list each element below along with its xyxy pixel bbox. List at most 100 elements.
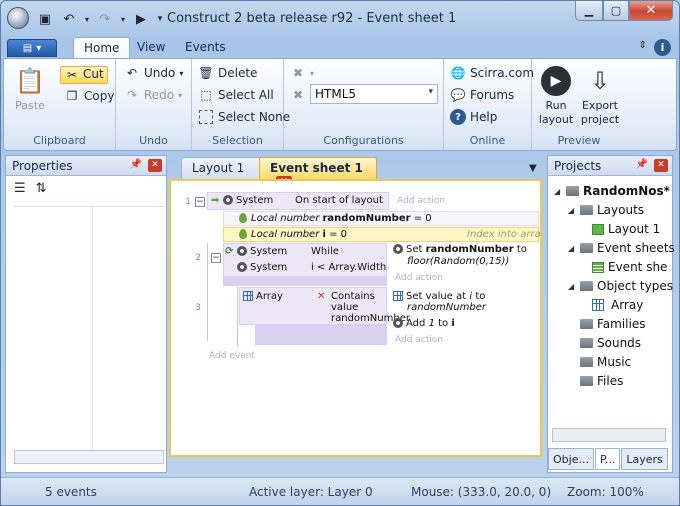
tree-families[interactable]: Families	[580, 317, 645, 331]
layout-icon	[592, 223, 604, 235]
tab-event-sheet-1[interactable]: Event sheet 1✕	[259, 157, 377, 190]
tab-layout-1[interactable]: Layout 1	[181, 157, 265, 179]
e2-action-post: to	[516, 244, 527, 255]
select-all-button[interactable]: ⬚ Select All	[198, 85, 273, 105]
tab-projects[interactable]: P...	[594, 448, 621, 470]
dropdown-icon[interactable]: ▾	[83, 10, 91, 28]
application-menu-button[interactable]: ▤ ▾	[7, 39, 57, 57]
play-icon: ▶	[541, 66, 571, 96]
tab-layout-1-label: Layout 1	[192, 161, 245, 175]
var-1-kind: Local number	[251, 213, 320, 224]
event-group-line	[207, 243, 208, 341]
folder-icon	[580, 281, 593, 291]
config-tools-button[interactable]: ✖ ▾	[290, 63, 314, 83]
event-1-object: System	[236, 195, 274, 206]
select-none-button[interactable]: Select None	[198, 107, 290, 127]
config-settings-button[interactable]: ✖	[290, 85, 306, 105]
folder-icon	[580, 357, 593, 367]
close-icon[interactable]: ✕	[148, 159, 162, 172]
dropdown-icon[interactable]: ▾	[119, 10, 127, 28]
status-mouse: Mouse: (333.0, 20.0, 0)	[411, 485, 552, 499]
undo-button[interactable]: ↶ Undo ▾	[124, 63, 183, 83]
configuration-select[interactable]: HTML5 ▾	[310, 84, 438, 104]
sort-alpha-icon[interactable]: ⇅	[36, 181, 47, 196]
tree-layouts[interactable]: ◢ Layouts	[568, 203, 644, 217]
layouts-label: Layouts	[597, 203, 645, 217]
tree-files[interactable]: Files	[580, 374, 623, 388]
customize-qat-icon[interactable]: ▾	[155, 10, 165, 28]
close-window-button[interactable]: ✕	[629, 1, 673, 21]
tree-object-types[interactable]: ◢ Object types	[568, 279, 673, 293]
tab-objects[interactable]: Obje...	[548, 448, 594, 470]
minimize-button[interactable]: ▁	[575, 1, 603, 21]
event-2-spacer	[223, 276, 387, 286]
redo-icon[interactable]: ↷	[95, 10, 115, 28]
e3-a1-var: i	[469, 291, 473, 302]
pin-icon[interactable]: 📌	[636, 159, 648, 170]
root-label: RandomNos*	[583, 184, 670, 198]
maximize-button[interactable]: ▢	[603, 1, 629, 21]
folder-icon	[580, 243, 593, 253]
play-icon[interactable]: ▶	[131, 10, 151, 28]
undo-icon[interactable]: ↶	[59, 10, 79, 28]
export-project-button[interactable]: ⇩ Export project	[578, 65, 622, 127]
delete-label: Delete	[218, 66, 258, 80]
status-events: 5 events	[45, 485, 97, 499]
gear-icon	[237, 246, 247, 256]
copy-button[interactable]: ❐ Copy	[64, 86, 115, 106]
help-link[interactable]: ? Help	[450, 107, 497, 127]
event-sheets-label: Event sheets	[597, 241, 675, 255]
categorized-icon[interactable]: ☰	[14, 181, 26, 196]
folder-icon	[580, 319, 593, 329]
help-icon[interactable]: i	[654, 39, 671, 56]
project-tree-scrollbar[interactable]	[552, 428, 666, 442]
e3-a1-post: to	[475, 291, 486, 302]
tab-list-dropdown-icon[interactable]: ▼	[529, 163, 537, 174]
collapse-toggle[interactable]: −	[211, 253, 221, 263]
app-logo-icon[interactable]	[7, 7, 29, 29]
undo-label: Undo	[144, 66, 176, 80]
configuration-value: HTML5	[315, 87, 357, 101]
tree-array[interactable]: Array	[592, 298, 643, 312]
scirra-link[interactable]: 🌐 Scirra.com	[450, 63, 535, 83]
add-action-link[interactable]: Add action	[395, 273, 443, 283]
redo-button[interactable]: ↷ Redo ▾	[124, 85, 182, 105]
tab-home[interactable]: Home	[73, 37, 131, 59]
tree-event-sheet-1[interactable]: Event she	[592, 260, 667, 274]
collapse-toggle[interactable]: −	[195, 197, 205, 207]
property-grid[interactable]	[14, 206, 164, 452]
pin-icon[interactable]: 📌	[130, 159, 142, 170]
online-group-label: Online	[469, 134, 506, 147]
event-2-action[interactable]: Set randomNumber to	[393, 244, 527, 255]
tab-layers[interactable]: Layers	[621, 448, 668, 470]
globe-icon: 🌐	[450, 66, 466, 80]
group-online: 🌐 Scirra.com 💬 Forums ? Help Online	[444, 59, 535, 150]
delete-button[interactable]: 🗑 Delete	[198, 63, 257, 83]
ribbon-collapse-icon[interactable]: ⇕	[639, 40, 647, 51]
array-icon	[243, 291, 253, 301]
run-layout-button[interactable]: ▶ Run layout	[536, 65, 576, 127]
add-event-link[interactable]: Add event	[209, 351, 255, 361]
add-action-link[interactable]: Add action	[397, 196, 445, 206]
tree-root[interactable]: ◢ RandomNos*	[554, 184, 670, 198]
tree-sounds[interactable]: Sounds	[580, 336, 641, 350]
add-action-link[interactable]: Add action	[395, 335, 443, 345]
e3-a2-num: 1	[428, 318, 435, 329]
group-undo: ↶ Undo ▾ ↷ Redo ▾ Undo	[116, 59, 192, 150]
tree-event-sheets[interactable]: ◢ Event sheets	[568, 241, 675, 255]
tree-layout-1[interactable]: Layout 1	[592, 222, 660, 236]
event-3-action-1[interactable]: Set value at i to	[393, 291, 485, 302]
tab-events[interactable]: Events	[175, 37, 236, 59]
tab-view[interactable]: View	[127, 37, 175, 59]
properties-toolbar: ☰ ⇅	[14, 181, 47, 196]
event-3-action-2[interactable]: Add 1 to i	[393, 318, 455, 329]
save-icon[interactable]: ▣	[35, 10, 55, 28]
paste-button[interactable]: 📋 Paste	[12, 65, 48, 113]
select-none-icon	[199, 110, 213, 124]
cut-button[interactable]: ✂ Cut	[60, 65, 108, 85]
forums-link[interactable]: 💬 Forums	[450, 85, 515, 105]
group-selection: 🗑 Delete ⬚ Select All Select None Selectio…	[192, 59, 290, 150]
tree-music[interactable]: Music	[580, 355, 631, 369]
close-icon[interactable]: ✕	[654, 159, 668, 172]
chevron-down-icon: ▾	[428, 87, 433, 97]
